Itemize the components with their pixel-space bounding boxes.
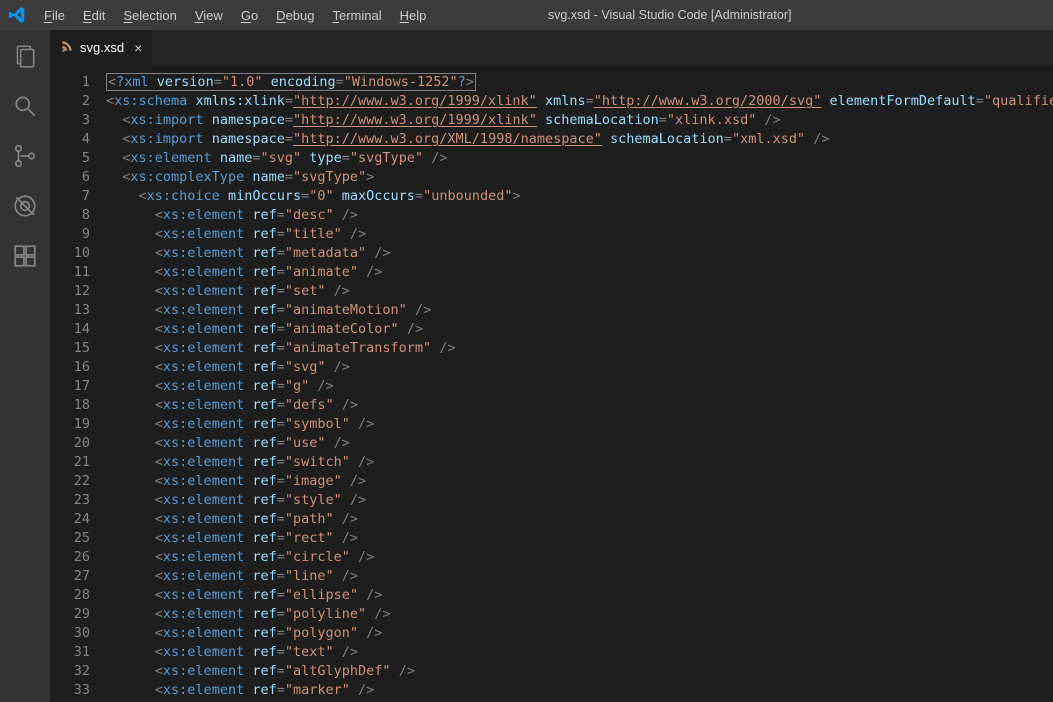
rss-file-icon	[60, 39, 74, 56]
menu-help[interactable]: Help	[392, 4, 435, 27]
menu-file[interactable]: File	[36, 4, 73, 27]
titlebar: File Edit Selection View Go Debug Termin…	[0, 0, 1053, 30]
code-content[interactable]: <?xml version="1.0" encoding="Windows-12…	[106, 65, 1053, 702]
menu-selection[interactable]: Selection	[115, 4, 184, 27]
tab-label: svg.xsd	[80, 40, 124, 55]
explorer-icon[interactable]	[1, 36, 49, 76]
window-title: svg.xsd - Visual Studio Code [Administra…	[434, 8, 905, 22]
menu-debug[interactable]: Debug	[268, 4, 322, 27]
menu-view[interactable]: View	[187, 4, 231, 27]
extensions-icon[interactable]	[1, 236, 49, 276]
activity-bar	[0, 30, 50, 702]
menu-terminal[interactable]: Terminal	[324, 4, 389, 27]
search-icon[interactable]	[1, 86, 49, 126]
line-gutter: 1234567891011121314151617181920212223242…	[50, 65, 106, 702]
menubar: File Edit Selection View Go Debug Termin…	[36, 4, 434, 27]
debug-icon[interactable]	[1, 186, 49, 226]
scm-icon[interactable]	[1, 136, 49, 176]
tab-svg-xsd[interactable]: svg.xsd ×	[50, 30, 153, 65]
vscode-logo-icon	[8, 6, 26, 24]
editor-area: svg.xsd × 123456789101112131415161718192…	[50, 30, 1053, 702]
menu-edit[interactable]: Edit	[75, 4, 113, 27]
close-tab-icon[interactable]: ×	[134, 40, 142, 56]
tab-bar: svg.xsd ×	[50, 30, 1053, 65]
menu-go[interactable]: Go	[233, 4, 266, 27]
code-editor[interactable]: 1234567891011121314151617181920212223242…	[50, 65, 1053, 702]
